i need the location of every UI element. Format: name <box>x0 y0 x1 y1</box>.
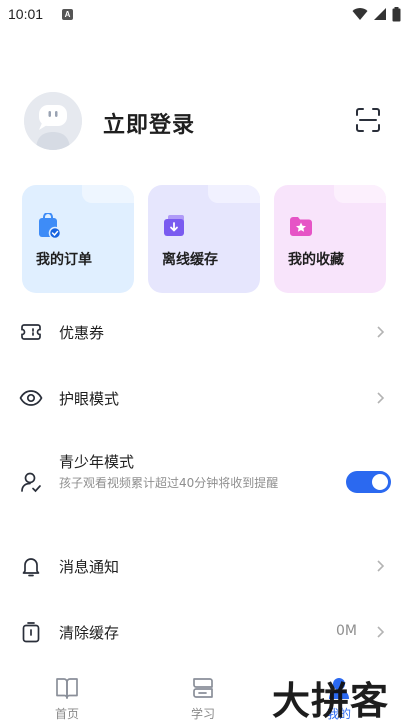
chevron-right-icon <box>377 326 385 338</box>
login-button[interactable]: 立即登录 <box>103 107 195 139</box>
home-book-icon <box>56 678 78 699</box>
eye-icon <box>19 390 43 406</box>
card-label: 我的收藏 <box>288 252 344 268</box>
notifications-row[interactable]: 消息通知 <box>0 540 407 592</box>
nav-home[interactable]: 首页 <box>27 665 107 725</box>
status-bar: 10:01 A <box>0 0 407 30</box>
card-label: 我的订单 <box>36 252 92 268</box>
card-folder-tab <box>208 185 260 203</box>
my-orders-card[interactable]: 我的订单 <box>22 185 134 293</box>
avatar[interactable] <box>24 92 82 150</box>
eye-mode-row[interactable]: 护眼模式 <box>0 372 407 424</box>
notification-badge-icon: A <box>62 9 73 20</box>
cache-size-value: 0M <box>336 623 357 639</box>
teen-mode-label: 青少年模式 <box>59 453 135 471</box>
nav-label: 首页 <box>54 707 79 721</box>
clear-cache-row[interactable]: 清除缓存 0M <box>0 606 407 658</box>
bell-icon <box>22 558 40 577</box>
chevron-right-icon <box>377 392 385 404</box>
card-folder-tab <box>82 185 134 203</box>
eye-mode-label: 护眼模式 <box>59 390 120 408</box>
download-folder-icon <box>164 215 184 236</box>
coupon-row[interactable]: 优惠券 <box>0 306 407 358</box>
status-time: 10:01 <box>8 6 44 22</box>
coupon-ticket-icon <box>21 324 41 340</box>
card-label: 离线缓存 <box>162 252 218 268</box>
clear-cache-label: 清除缓存 <box>59 624 120 642</box>
card-folder-tab <box>334 185 386 203</box>
coupon-label: 优惠券 <box>59 324 105 342</box>
watermark-text: 大拼客 <box>272 679 390 723</box>
cellular-signal-icon <box>374 8 386 20</box>
toggle-knob <box>372 474 388 490</box>
teen-mode-description: 孩子观看视频累计超过40分钟将收到提醒 <box>59 476 279 490</box>
nav-study[interactable]: 学习 <box>163 665 243 725</box>
study-icon <box>193 678 213 698</box>
teen-mode-toggle[interactable] <box>346 471 391 493</box>
my-favorites-card[interactable]: 我的收藏 <box>274 185 386 293</box>
wifi-icon <box>352 8 368 20</box>
teen-user-check-icon <box>21 472 41 493</box>
notifications-label: 消息通知 <box>59 558 120 576</box>
scan-icon <box>356 108 380 132</box>
chevron-right-icon <box>377 560 385 572</box>
battery-icon <box>392 6 401 21</box>
scan-button[interactable] <box>354 106 382 134</box>
favorite-star-icon <box>290 217 312 236</box>
chevron-right-icon <box>377 626 385 638</box>
offline-cache-card[interactable]: 离线缓存 <box>148 185 260 293</box>
order-bag-icon <box>39 213 62 239</box>
trash-icon <box>22 622 40 643</box>
default-avatar-icon <box>24 92 82 150</box>
nav-label: 学习 <box>190 707 215 721</box>
